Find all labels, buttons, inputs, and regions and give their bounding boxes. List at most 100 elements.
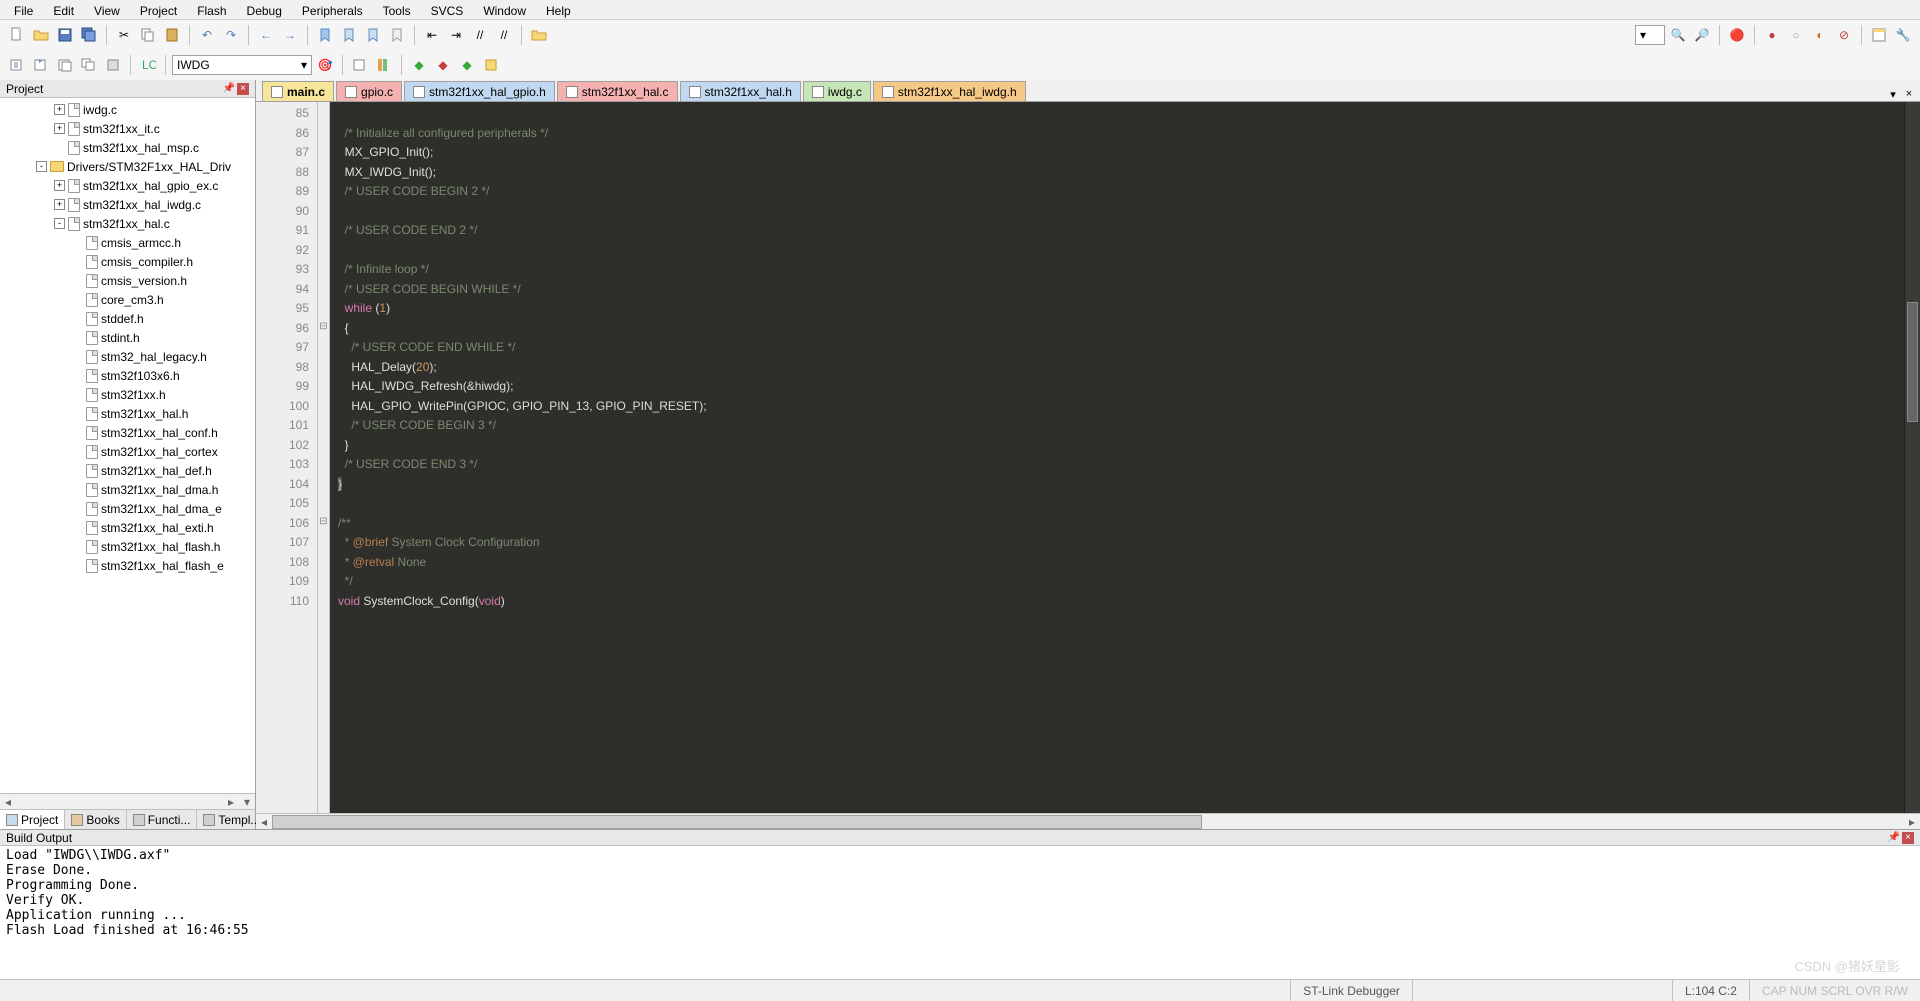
tree-expand-icon[interactable]: + [54,104,65,115]
menu-item-project[interactable]: Project [130,2,187,17]
file-tab[interactable]: stm32f1xx_hal_gpio.h [404,81,555,101]
save-icon[interactable] [54,24,76,46]
menu-item-debug[interactable]: Debug [237,2,292,17]
menu-item-peripherals[interactable]: Peripherals [292,2,373,17]
tree-expand-icon[interactable]: + [54,199,65,210]
target-options-icon[interactable]: 🎯 [314,54,336,76]
new-file-icon[interactable] [6,24,28,46]
tree-expand-icon[interactable]: - [54,218,65,229]
panel-tab-functi[interactable]: Functi... [127,810,198,829]
wrench-config-icon[interactable]: 🔧 [1892,24,1914,46]
panel-tab-books[interactable]: Books [65,810,126,829]
menu-item-window[interactable]: Window [473,2,536,17]
file-tab[interactable]: stm32f1xx_hal_iwdg.h [873,81,1026,101]
nav-back-icon[interactable]: ← [255,24,277,46]
redo-icon[interactable]: ↷ [220,24,242,46]
nav-forward-icon[interactable]: → [279,24,301,46]
tree-item[interactable]: stm32f1xx_hal.h [0,404,255,423]
cut-icon[interactable]: ✂ [113,24,135,46]
tree-item[interactable]: +iwdg.c [0,100,255,119]
file-tab[interactable]: stm32f1xx_hal.c [557,81,678,101]
undo-icon[interactable]: ↶ [196,24,218,46]
incremental-find-icon[interactable]: 🔎 [1691,24,1713,46]
tree-item[interactable]: stm32f103x6.h [0,366,255,385]
tree-item[interactable]: stm32f1xx_hal_msp.c [0,138,255,157]
manage-books-icon[interactable] [373,54,395,76]
code-editor[interactable]: 8586878889909192939495969798991001011021… [256,102,1920,813]
manage-rtenv-icon[interactable]: ◆ [456,54,478,76]
bookmark-toggle-icon[interactable] [314,24,336,46]
search-combo[interactable]: ▾ [1635,25,1665,45]
tree-item[interactable]: stm32f1xx_hal_flash_e [0,556,255,575]
code-content[interactable]: /* Initialize all configured peripherals… [330,102,1904,813]
menu-item-view[interactable]: View [84,2,130,17]
tree-item[interactable]: +stm32f1xx_it.c [0,119,255,138]
find-icon[interactable]: 🔍 [1667,24,1689,46]
select-packs-icon[interactable] [480,54,502,76]
configure-icon[interactable]: ◆ [432,54,454,76]
tree-item[interactable]: stm32f1xx_hal_exti.h [0,518,255,537]
find-in-files-icon[interactable] [528,24,550,46]
tree-item[interactable]: stm32f1xx.h [0,385,255,404]
window-layout-icon[interactable] [1868,24,1890,46]
menu-item-file[interactable]: File [4,2,43,17]
tree-item[interactable]: stm32f1xx_hal_dma_e [0,499,255,518]
menu-item-help[interactable]: Help [536,2,581,17]
bookmark-prev-icon[interactable] [338,24,360,46]
tree-item[interactable]: stdint.h [0,328,255,347]
file-extensions-icon[interactable] [349,54,371,76]
editor-hscroll[interactable]: ◂▸ [256,813,1920,829]
file-tab[interactable]: stm32f1xx_hal.h [680,81,801,101]
file-tab[interactable]: main.c [262,81,334,101]
stop-build-icon[interactable] [102,54,124,76]
bookmark-clear-icon[interactable] [386,24,408,46]
tree-item[interactable]: core_cm3.h [0,290,255,309]
file-tab[interactable]: iwdg.c [803,81,871,101]
uncomment-block-icon[interactable]: // [493,24,515,46]
breakpoint-enable-icon[interactable]: ○ [1785,24,1807,46]
tree-item[interactable]: stm32f1xx_hal_cortex [0,442,255,461]
breakpoint-kill-icon[interactable]: ⊘ [1833,24,1855,46]
tree-item[interactable]: stm32f1xx_hal_conf.h [0,423,255,442]
fold-marker[interactable]: ⊟ [318,317,329,337]
tree-item[interactable]: stm32f1xx_hal_dma.h [0,480,255,499]
tab-dropdown-icon[interactable]: ▾ [1886,87,1900,101]
tree-item[interactable]: stddef.h [0,309,255,328]
tree-expand-icon[interactable]: + [54,180,65,191]
tree-item[interactable]: stm32f1xx_hal_def.h [0,461,255,480]
tab-close-icon[interactable]: × [1902,87,1916,101]
menu-item-svcs[interactable]: SVCS [421,2,474,17]
close-panel-icon[interactable]: × [237,83,249,95]
close-panel-icon[interactable]: × [1902,832,1914,844]
pin-icon[interactable]: 📌 [1888,832,1900,844]
debug-icon[interactable]: 🔴 [1726,24,1748,46]
bookmark-next-icon[interactable] [362,24,384,46]
tree-item[interactable]: stm32_hal_legacy.h [0,347,255,366]
indent-left-icon[interactable]: ⇤ [421,24,443,46]
tree-item[interactable]: cmsis_compiler.h [0,252,255,271]
editor-vscroll[interactable] [1904,102,1920,813]
tree-item[interactable]: +stm32f1xx_hal_gpio_ex.c [0,176,255,195]
panel-tab-project[interactable]: Project [0,810,65,829]
insert-include-icon[interactable]: ◆ [408,54,430,76]
comment-block-icon[interactable]: // [469,24,491,46]
build-output-text[interactable]: Load "IWDG\\IWDG.axf" Erase Done. Progra… [0,846,1920,979]
download-icon[interactable]: LOAD [137,54,159,76]
copy-icon[interactable] [137,24,159,46]
build-icon[interactable] [30,54,52,76]
indent-right-icon[interactable]: ⇥ [445,24,467,46]
tree-item[interactable]: +stm32f1xx_hal_iwdg.c [0,195,255,214]
breakpoint-insert-icon[interactable]: ● [1761,24,1783,46]
fold-marker[interactable]: ⊟ [318,512,329,532]
tree-item[interactable]: -Drivers/STM32F1xx_HAL_Driv [0,157,255,176]
save-all-icon[interactable] [78,24,100,46]
paste-icon[interactable] [161,24,183,46]
pin-icon[interactable]: 📌 [223,83,235,95]
translate-icon[interactable] [6,54,28,76]
target-combo[interactable]: IWDG▾ [172,55,312,75]
tree-expand-icon[interactable]: + [54,123,65,134]
tree-expand-icon[interactable]: - [36,161,47,172]
open-folder-icon[interactable] [30,24,52,46]
file-tab[interactable]: gpio.c [336,81,402,101]
tree-item[interactable]: stm32f1xx_hal_flash.h [0,537,255,556]
